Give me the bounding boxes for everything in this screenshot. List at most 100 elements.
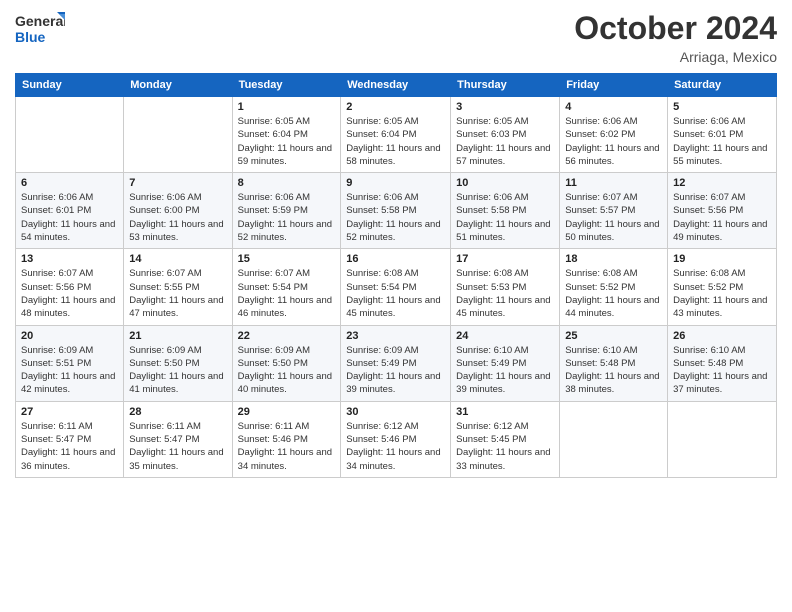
header: General Blue October 2024 Arriaga, Mexic… [15, 10, 777, 65]
page: General Blue October 2024 Arriaga, Mexic… [0, 0, 792, 488]
column-header-thursday: Thursday [451, 74, 560, 97]
svg-text:Blue: Blue [15, 29, 46, 45]
day-number: 9 [346, 177, 445, 189]
day-number: 3 [456, 101, 554, 113]
day-cell: 5Sunrise: 6:06 AM Sunset: 6:01 PM Daylig… [668, 97, 777, 173]
day-cell [124, 97, 232, 173]
day-number: 17 [456, 253, 554, 265]
day-cell: 22Sunrise: 6:09 AM Sunset: 5:50 PM Dayli… [232, 325, 341, 401]
day-info: Sunrise: 6:08 AM Sunset: 5:52 PM Dayligh… [673, 267, 771, 320]
day-info: Sunrise: 6:11 AM Sunset: 5:46 PM Dayligh… [238, 420, 336, 473]
day-number: 24 [456, 330, 554, 342]
day-number: 6 [21, 177, 118, 189]
day-cell: 30 Sunrise: 6:12 AM Sunset: 5:46 PM Dayli… [341, 401, 451, 477]
location-title: Arriaga, Mexico [574, 49, 777, 65]
day-info: Sunrise: 6:08 AM Sunset: 5:53 PM Dayligh… [456, 267, 554, 320]
day-number: 10 [456, 177, 554, 189]
calendar-table: SundayMondayTuesdayWednesdayThursdayFrid… [15, 73, 777, 478]
day-info: Sunrise: 6:10 AM Sunset: 5:48 PM Dayligh… [673, 344, 771, 397]
day-number: 29 [238, 406, 336, 418]
day-cell [16, 97, 124, 173]
day-number: 30 [346, 406, 445, 418]
day-cell: 11 Sunrise: 6:07 AM Sunset: 5:57 PM Dayli… [560, 173, 668, 249]
day-info: Sunrise: 6:07 AM Sunset: 5:57 PM Dayligh… [565, 191, 662, 244]
week-row-3: 13Sunrise: 6:07 AM Sunset: 5:56 PM Dayli… [16, 249, 777, 325]
column-header-tuesday: Tuesday [232, 74, 341, 97]
week-row-5: 27 Sunrise: 6:11 AM Sunset: 5:47 PM Dayli… [16, 401, 777, 477]
logo-svg: General Blue [15, 10, 65, 48]
day-cell: 18 Sunrise: 6:08 AM Sunset: 5:52 PM Dayli… [560, 249, 668, 325]
day-cell: 23Sunrise: 6:09 AM Sunset: 5:49 PM Dayli… [341, 325, 451, 401]
day-number: 28 [129, 406, 226, 418]
day-number: 31 [456, 406, 554, 418]
day-info: Sunrise: 6:06 AM Sunset: 6:00 PM Dayligh… [129, 191, 226, 244]
day-info: Sunrise: 6:05 AM Sunset: 6:04 PM Dayligh… [238, 115, 336, 168]
day-info: Sunrise: 6:11 AM Sunset: 5:47 PM Dayligh… [21, 420, 118, 473]
day-number: 25 [565, 330, 662, 342]
day-info: Sunrise: 6:07 AM Sunset: 5:56 PM Dayligh… [673, 191, 771, 244]
day-number: 16 [346, 253, 445, 265]
day-number: 18 [565, 253, 662, 265]
day-cell: 17 Sunrise: 6:08 AM Sunset: 5:53 PM Dayli… [451, 249, 560, 325]
day-info: Sunrise: 6:06 AM Sunset: 5:58 PM Dayligh… [346, 191, 445, 244]
day-number: 11 [565, 177, 662, 189]
column-header-sunday: Sunday [16, 74, 124, 97]
day-info: Sunrise: 6:06 AM Sunset: 5:59 PM Dayligh… [238, 191, 336, 244]
day-number: 27 [21, 406, 118, 418]
day-info: Sunrise: 6:10 AM Sunset: 5:48 PM Dayligh… [565, 344, 662, 397]
day-cell: 9 Sunrise: 6:06 AM Sunset: 5:58 PM Daylig… [341, 173, 451, 249]
day-cell: 29 Sunrise: 6:11 AM Sunset: 5:46 PM Dayli… [232, 401, 341, 477]
day-cell: 25 Sunrise: 6:10 AM Sunset: 5:48 PM Dayli… [560, 325, 668, 401]
day-cell: 27 Sunrise: 6:11 AM Sunset: 5:47 PM Dayli… [16, 401, 124, 477]
day-info: Sunrise: 6:09 AM Sunset: 5:51 PM Dayligh… [21, 344, 118, 397]
day-info: Sunrise: 6:12 AM Sunset: 5:46 PM Dayligh… [346, 420, 445, 473]
day-info: Sunrise: 6:07 AM Sunset: 5:54 PM Dayligh… [238, 267, 336, 320]
week-row-1: 1 Sunrise: 6:05 AM Sunset: 6:04 PM Daylig… [16, 97, 777, 173]
title-block: October 2024 Arriaga, Mexico [574, 10, 777, 65]
month-title: October 2024 [574, 10, 777, 47]
day-cell: 14 Sunrise: 6:07 AM Sunset: 5:55 PM Dayli… [124, 249, 232, 325]
day-number: 1 [238, 101, 336, 113]
day-info: Sunrise: 6:09 AM Sunset: 5:50 PM Dayligh… [129, 344, 226, 397]
day-number: 2 [346, 101, 445, 113]
day-cell: 31Sunrise: 6:12 AM Sunset: 5:45 PM Dayli… [451, 401, 560, 477]
day-number: 7 [129, 177, 226, 189]
day-cell: 4Sunrise: 6:06 AM Sunset: 6:02 PM Daylig… [560, 97, 668, 173]
day-cell [668, 401, 777, 477]
day-number: 21 [129, 330, 226, 342]
day-info: Sunrise: 6:05 AM Sunset: 6:04 PM Dayligh… [346, 115, 445, 168]
day-info: Sunrise: 6:09 AM Sunset: 5:49 PM Dayligh… [346, 344, 445, 397]
header-row: SundayMondayTuesdayWednesdayThursdayFrid… [16, 74, 777, 97]
day-info: Sunrise: 6:08 AM Sunset: 5:54 PM Dayligh… [346, 267, 445, 320]
day-number: 8 [238, 177, 336, 189]
day-cell: 28Sunrise: 6:11 AM Sunset: 5:47 PM Dayli… [124, 401, 232, 477]
day-cell [560, 401, 668, 477]
day-cell: 24 Sunrise: 6:10 AM Sunset: 5:49 PM Dayli… [451, 325, 560, 401]
column-header-saturday: Saturday [668, 74, 777, 97]
day-number: 14 [129, 253, 226, 265]
day-info: Sunrise: 6:07 AM Sunset: 5:55 PM Dayligh… [129, 267, 226, 320]
day-number: 15 [238, 253, 336, 265]
day-info: Sunrise: 6:06 AM Sunset: 6:01 PM Dayligh… [673, 115, 771, 168]
day-cell: 20Sunrise: 6:09 AM Sunset: 5:51 PM Dayli… [16, 325, 124, 401]
day-cell: 7 Sunrise: 6:06 AM Sunset: 6:00 PM Daylig… [124, 173, 232, 249]
column-header-wednesday: Wednesday [341, 74, 451, 97]
day-info: Sunrise: 6:10 AM Sunset: 5:49 PM Dayligh… [456, 344, 554, 397]
day-cell: 3 Sunrise: 6:05 AM Sunset: 6:03 PM Daylig… [451, 97, 560, 173]
day-info: Sunrise: 6:06 AM Sunset: 6:01 PM Dayligh… [21, 191, 118, 244]
day-info: Sunrise: 6:05 AM Sunset: 6:03 PM Dayligh… [456, 115, 554, 168]
week-row-4: 20Sunrise: 6:09 AM Sunset: 5:51 PM Dayli… [16, 325, 777, 401]
day-cell: 2 Sunrise: 6:05 AM Sunset: 6:04 PM Daylig… [341, 97, 451, 173]
week-row-2: 6 Sunrise: 6:06 AM Sunset: 6:01 PM Daylig… [16, 173, 777, 249]
day-cell: 10Sunrise: 6:06 AM Sunset: 5:58 PM Dayli… [451, 173, 560, 249]
day-info: Sunrise: 6:07 AM Sunset: 5:56 PM Dayligh… [21, 267, 118, 320]
day-cell: 12Sunrise: 6:07 AM Sunset: 5:56 PM Dayli… [668, 173, 777, 249]
column-header-monday: Monday [124, 74, 232, 97]
day-number: 22 [238, 330, 336, 342]
day-number: 26 [673, 330, 771, 342]
day-info: Sunrise: 6:08 AM Sunset: 5:52 PM Dayligh… [565, 267, 662, 320]
logo: General Blue [15, 10, 65, 48]
day-cell: 13Sunrise: 6:07 AM Sunset: 5:56 PM Dayli… [16, 249, 124, 325]
day-info: Sunrise: 6:06 AM Sunset: 6:02 PM Dayligh… [565, 115, 662, 168]
day-cell: 16 Sunrise: 6:08 AM Sunset: 5:54 PM Dayli… [341, 249, 451, 325]
